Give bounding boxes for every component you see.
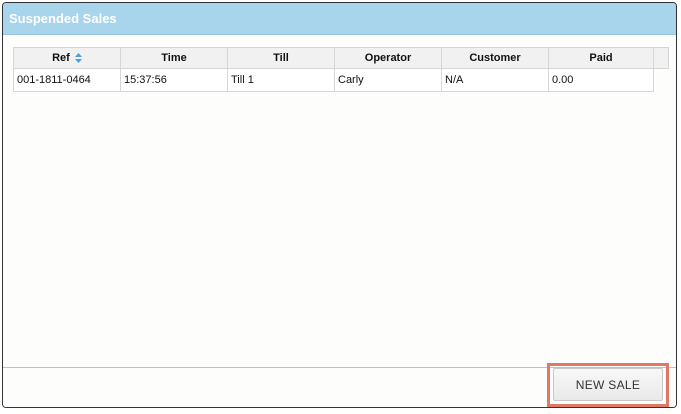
cell-customer: N/A (441, 68, 549, 92)
new-sale-button[interactable]: NEW SALE (553, 368, 663, 401)
cell-till: Till 1 (227, 68, 335, 92)
window-titlebar: Suspended Sales (3, 3, 676, 35)
cell-time: 15:37:56 (120, 68, 228, 92)
table-header-row: Ref Time Till Operator Customer Paid (13, 47, 669, 69)
cell-paid: 0.00 (548, 68, 654, 92)
row-spacer (654, 69, 669, 92)
window-title: Suspended Sales (9, 11, 117, 26)
column-header-paid[interactable]: Paid (548, 47, 654, 69)
cell-operator: Carly (334, 68, 442, 92)
column-header-customer[interactable]: Customer (441, 47, 549, 69)
scrollbar-header-spacer (653, 47, 669, 69)
suspended-sales-table: Ref Time Till Operator Customer Paid 001… (13, 47, 669, 92)
column-header-ref[interactable]: Ref (13, 47, 121, 69)
cell-ref: 001-1811-0464 (13, 68, 121, 92)
table-row[interactable]: 001-1811-0464 15:37:56 Till 1 Carly N/A … (13, 68, 669, 92)
suspended-sales-window: Suspended Sales Ref Time Till Operator C… (2, 2, 677, 408)
column-header-operator[interactable]: Operator (334, 47, 442, 69)
column-header-till[interactable]: Till (227, 47, 335, 69)
sort-up-down-icon[interactable] (74, 53, 82, 64)
column-header-time[interactable]: Time (120, 47, 228, 69)
